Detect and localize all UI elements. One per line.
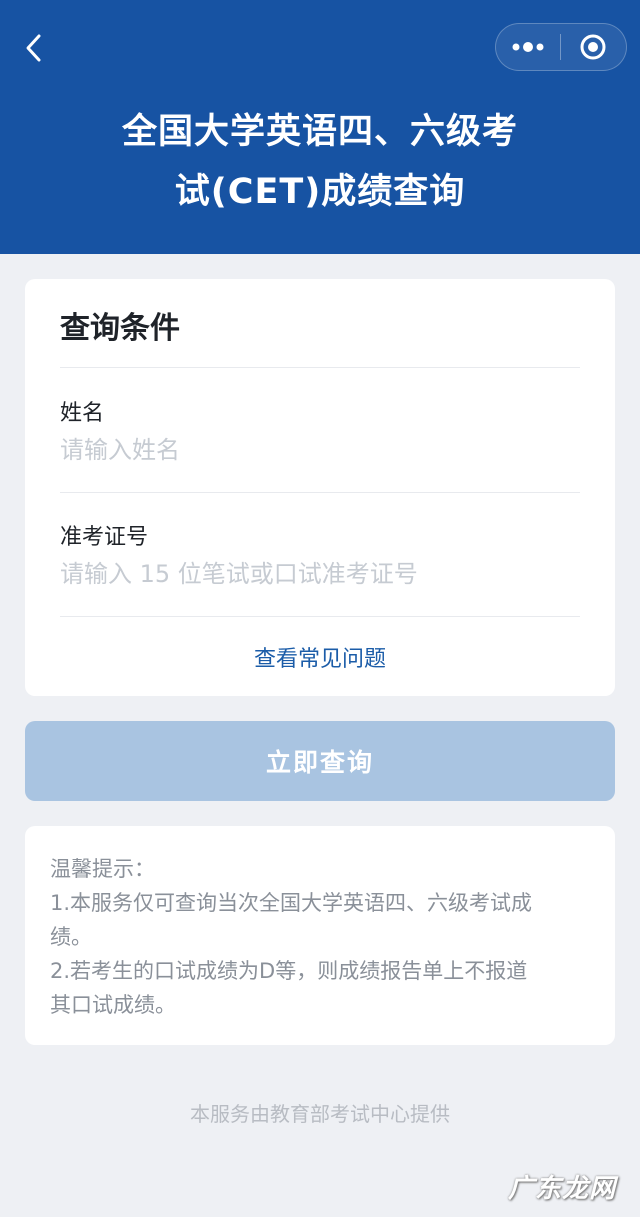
tips-title: 温馨提示： xyxy=(50,857,155,881)
ticket-number-input[interactable] xyxy=(60,556,580,592)
tips-card: 温馨提示： 1.本服务仅可查询当次全国大学英语四、六级考试成 绩。 2.若考生的… xyxy=(25,826,615,1045)
target-circle-icon xyxy=(580,34,606,60)
divider xyxy=(60,492,580,493)
name-label: 姓名 xyxy=(60,401,105,426)
faq-link[interactable]: 查看常见问题 xyxy=(25,641,615,673)
back-button[interactable] xyxy=(18,28,50,68)
tips-line-1: 1.本服务仅可查询当次全国大学英语四、六级考试成 xyxy=(50,891,533,915)
more-dots-icon xyxy=(512,42,544,52)
close-button[interactable] xyxy=(561,24,625,70)
name-input[interactable] xyxy=(60,432,580,468)
more-button[interactable] xyxy=(496,24,560,70)
page-title-line2: 试(CET)成绩查询 xyxy=(174,172,466,212)
section-title: 查询条件 xyxy=(60,311,180,346)
watermark: 广东龙网 xyxy=(508,1174,617,1204)
tips-line-3: 2.若考生的口试成绩为D等，则成绩报告单上不报道 xyxy=(50,959,528,983)
chevron-left-icon xyxy=(26,34,41,62)
mini-program-capsule xyxy=(495,23,627,71)
tips-line-2: 绩。 xyxy=(50,925,92,949)
page-title: 全国大学英语四、六级考 试(CET)成绩查询 xyxy=(60,102,580,222)
submit-query-button[interactable]: 立即查询 xyxy=(25,721,615,801)
divider xyxy=(60,616,580,617)
header-bar: 全国大学英语四、六级考 试(CET)成绩查询 xyxy=(0,0,640,254)
page-title-line1: 全国大学英语四、六级考 xyxy=(121,112,518,152)
query-form-card: 查询条件 姓名 准考证号 查看常见问题 xyxy=(25,279,615,696)
divider xyxy=(60,367,580,368)
tips-line-4: 其口试成绩。 xyxy=(50,993,176,1017)
footer-text: 本服务由教育部考试中心提供 xyxy=(190,1102,450,1126)
ticket-number-label: 准考证号 xyxy=(60,525,149,550)
